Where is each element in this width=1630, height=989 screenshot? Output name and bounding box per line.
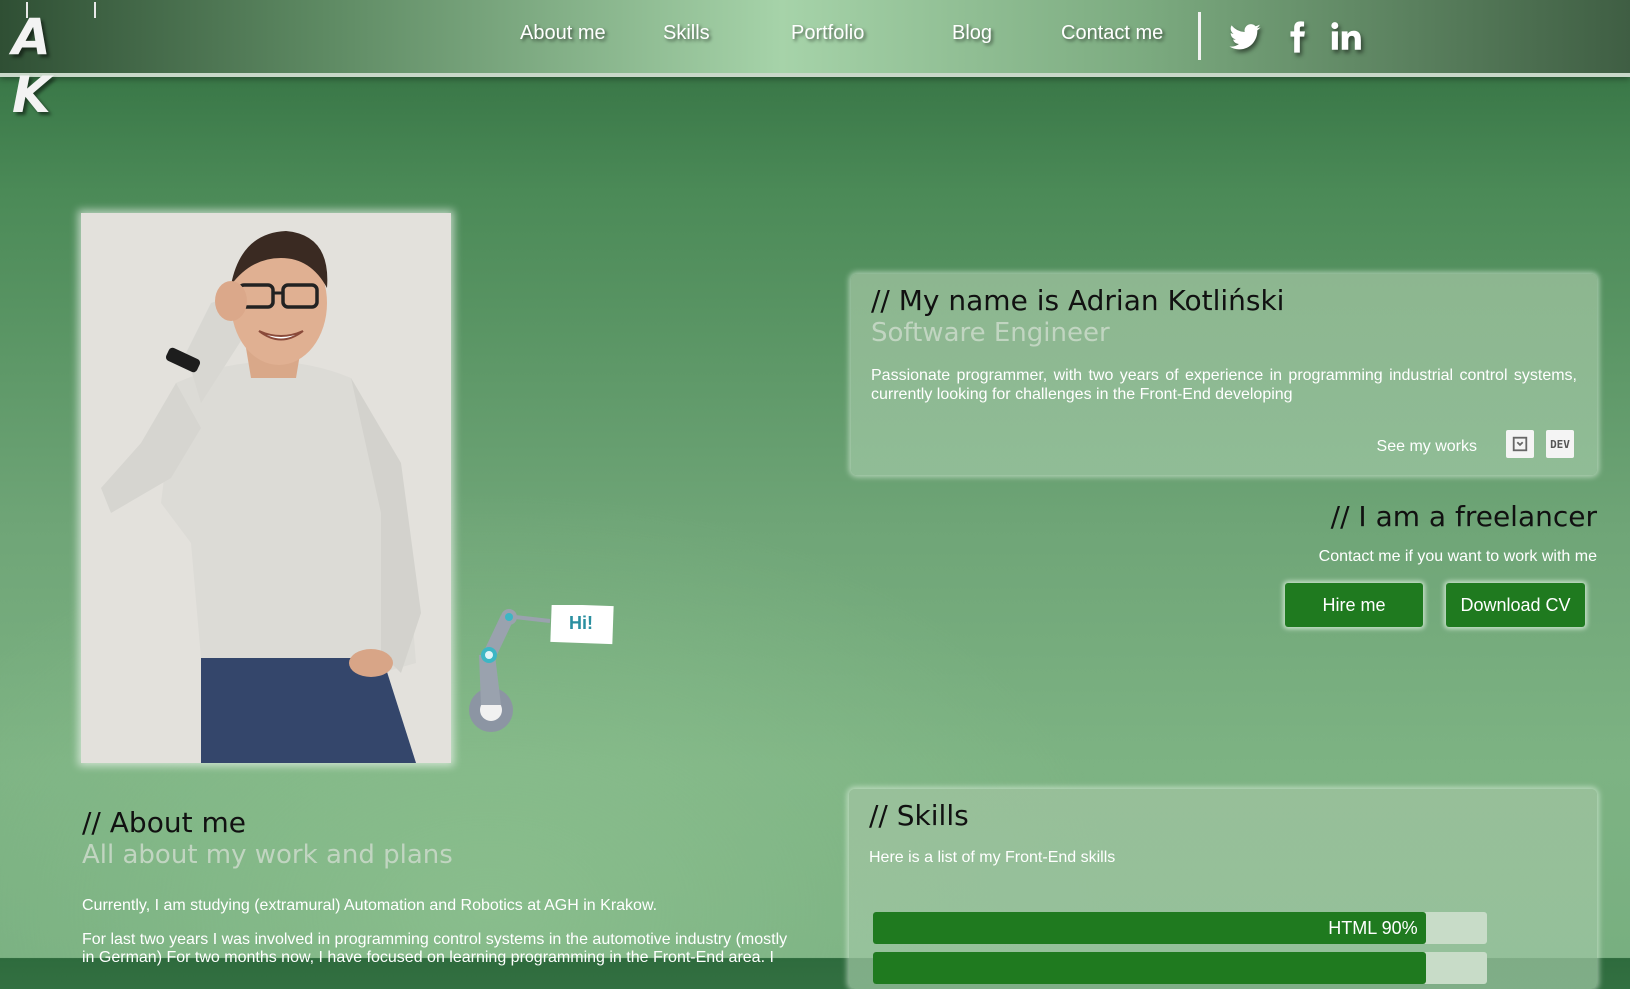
linkedin-icon[interactable]	[1329, 20, 1363, 54]
about-title: // About me	[82, 806, 246, 839]
dev-icon[interactable]: DEV	[1546, 430, 1574, 458]
nav-divider	[1198, 12, 1201, 60]
see-my-works-label: See my works	[1376, 438, 1477, 455]
nav-skills[interactable]: Skills	[663, 22, 710, 45]
nav-portfolio[interactable]: Portfolio	[791, 22, 864, 45]
skills-card: // Skills Here is a list of my Front-End…	[849, 789, 1597, 989]
intro-description: Passionate programmer, with two years of…	[871, 367, 1577, 403]
twitter-icon[interactable]	[1228, 20, 1262, 54]
freelancer-subtitle: Contact me if you want to work with me	[1318, 548, 1597, 565]
robot-speech-text: Hi!	[569, 613, 593, 633]
logo-text: A K	[12, 8, 65, 124]
about-paragraph: For last two years I was involved in pro…	[82, 931, 788, 966]
site-logo[interactable]: A K	[10, 2, 130, 124]
profile-photo	[81, 213, 451, 763]
hire-me-button[interactable]: Hire me	[1285, 583, 1423, 627]
skills-lead: Here is a list of my Front-End skills	[869, 849, 1116, 866]
skill-bar-track: HTML 90%	[873, 912, 1487, 944]
skill-bar-html: HTML 90%	[873, 912, 1426, 944]
intro-card: // My name is Adrian Kotliński Software …	[851, 274, 1597, 475]
codepen-icon[interactable]	[1506, 430, 1534, 458]
nav-about-me[interactable]: About me	[520, 22, 606, 45]
facebook-icon[interactable]	[1280, 20, 1314, 54]
intro-title: // My name is Adrian Kotliński	[871, 284, 1285, 317]
nav-blog[interactable]: Blog	[952, 22, 992, 45]
freelancer-title: // I am a freelancer	[1330, 500, 1597, 533]
nav-contact-me[interactable]: Contact me	[1061, 22, 1163, 45]
skills-title: // Skills	[869, 799, 969, 832]
about-paragraph: Currently, I am studying (extramural) Au…	[82, 897, 658, 914]
about-subtitle: All about my work and plans	[82, 840, 453, 870]
skill-bar-track	[873, 952, 1487, 984]
intro-subtitle: Software Engineer	[871, 318, 1110, 348]
top-navigation-bar: A K About me Skills Portfolio Blog Conta…	[0, 0, 1630, 124]
skill-bar	[873, 952, 1426, 984]
download-cv-button[interactable]: Download CV	[1446, 583, 1585, 627]
robot-arm-illustration: Hi!	[465, 603, 625, 740]
